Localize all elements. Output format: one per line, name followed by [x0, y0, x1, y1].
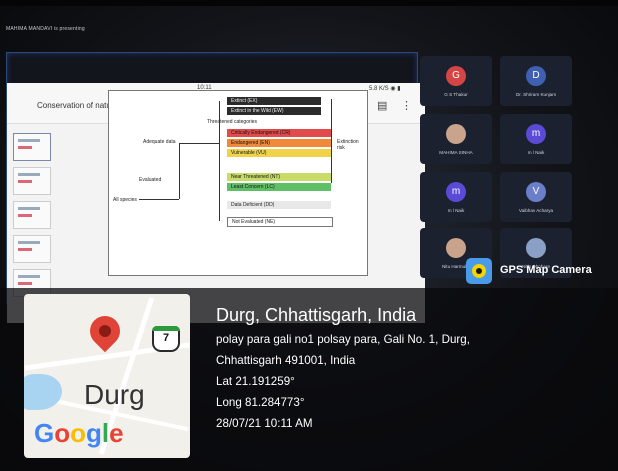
- avatar: G: [446, 66, 466, 86]
- camera-icon: [466, 258, 492, 284]
- longitude-text: Long 81.284773°: [216, 396, 305, 409]
- status-battery: 5.8 K/S ◉ ▮: [369, 86, 401, 92]
- location-city: Durg, Chhattisgarh, India: [216, 305, 417, 325]
- gps-app-badge: GPS Map Camera: [466, 258, 596, 284]
- datetime-text: 28/07/21 10:11 AM: [216, 417, 313, 430]
- location-details: Durg, Chhattisgarh, India polay para gal…: [216, 304, 470, 434]
- location-map-thumbnail: 7 Durg Google: [24, 294, 190, 458]
- avatar: m: [446, 182, 466, 202]
- participant-name: Vaibhav Acharya: [518, 208, 554, 213]
- comment-icon[interactable]: ▤: [377, 99, 387, 112]
- map-water: [24, 374, 62, 410]
- risk-arrow: [331, 99, 332, 183]
- category-cr: Critically Endangered (CR): [227, 129, 331, 137]
- map-pin-icon: [83, 309, 127, 353]
- category-ew: Extinct in the Wild (EW): [227, 107, 321, 115]
- slide-thumbnail[interactable]: [13, 167, 51, 195]
- category-en: Endangered (EN): [227, 139, 331, 147]
- category-ex: Extinct (EX): [227, 97, 321, 105]
- adequate-data-label: Adequate data: [143, 139, 176, 145]
- avatar: [446, 124, 466, 144]
- category-dd: Data Deficient (DD): [227, 201, 331, 209]
- all-species-label: All species: [113, 197, 137, 203]
- address-line-2: Chhattisgarh 491001, India: [216, 354, 356, 367]
- category-nt: Near Threatened (NT): [227, 173, 331, 181]
- participant-name: G S Thakur: [444, 92, 468, 97]
- slide-thumbnail[interactable]: [13, 133, 51, 161]
- participant-name: m l Naik: [447, 208, 465, 213]
- category-lc: Least Concern (LC): [227, 183, 331, 191]
- category-vu: Vulnerable (VU): [227, 149, 331, 157]
- avatar: m: [526, 124, 546, 144]
- latitude-text: Lat 21.191259°: [216, 375, 295, 388]
- participant-grid: G G S Thakur D Dr. Shriram Kunjam MAHIMA…: [420, 52, 590, 292]
- participant-name: m l Naik: [527, 150, 545, 155]
- gps-app-name: GPS Map Camera: [500, 264, 592, 276]
- more-icon[interactable]: ⋮: [401, 99, 412, 112]
- tree-branch-line: [179, 143, 180, 199]
- evaluated-label: Evaluated: [139, 177, 162, 183]
- address-line-1: polay para gali no1 polsay para, Gali No…: [216, 333, 470, 346]
- google-logo: Google: [34, 418, 124, 448]
- tree-connector: [179, 143, 219, 144]
- threatened-label: Threatened categories: [207, 119, 258, 125]
- participant-tile[interactable]: V Vaibhav Acharya: [500, 172, 572, 222]
- tree-trunk-line: [219, 101, 220, 221]
- avatar: [526, 238, 546, 258]
- avatar: V: [526, 182, 546, 202]
- avatar: [446, 238, 466, 258]
- tree-connector: [139, 199, 179, 200]
- map-city-label: Durg: [84, 379, 145, 410]
- category-ne: Not Evaluated (NE): [227, 217, 333, 227]
- participant-name: Dr. Shriram Kunjam: [515, 92, 557, 97]
- route-shield-icon: 7: [152, 326, 180, 352]
- participant-tile[interactable]: MAHIMA SINHA: [420, 114, 492, 164]
- slide-thumbnail[interactable]: [13, 235, 51, 263]
- top-black-bar: [0, 0, 618, 6]
- slide-thumbnail[interactable]: [13, 201, 51, 229]
- participant-tile[interactable]: m m l Naik: [420, 172, 492, 222]
- participant-tile[interactable]: D Dr. Shriram Kunjam: [500, 56, 572, 106]
- slide-canvas: Extinct (EX) Extinct in the Wild (EW) Th…: [108, 90, 368, 276]
- avatar: D: [526, 66, 546, 86]
- participant-tile[interactable]: G G S Thakur: [420, 56, 492, 106]
- extinction-risk-label: Extinction risk: [337, 139, 359, 151]
- participant-name: MAHIMA SINHA: [439, 150, 473, 155]
- presenting-label: MAHIMA MANDAVI is presenting: [6, 26, 85, 32]
- participant-tile[interactable]: m m l Naik: [500, 114, 572, 164]
